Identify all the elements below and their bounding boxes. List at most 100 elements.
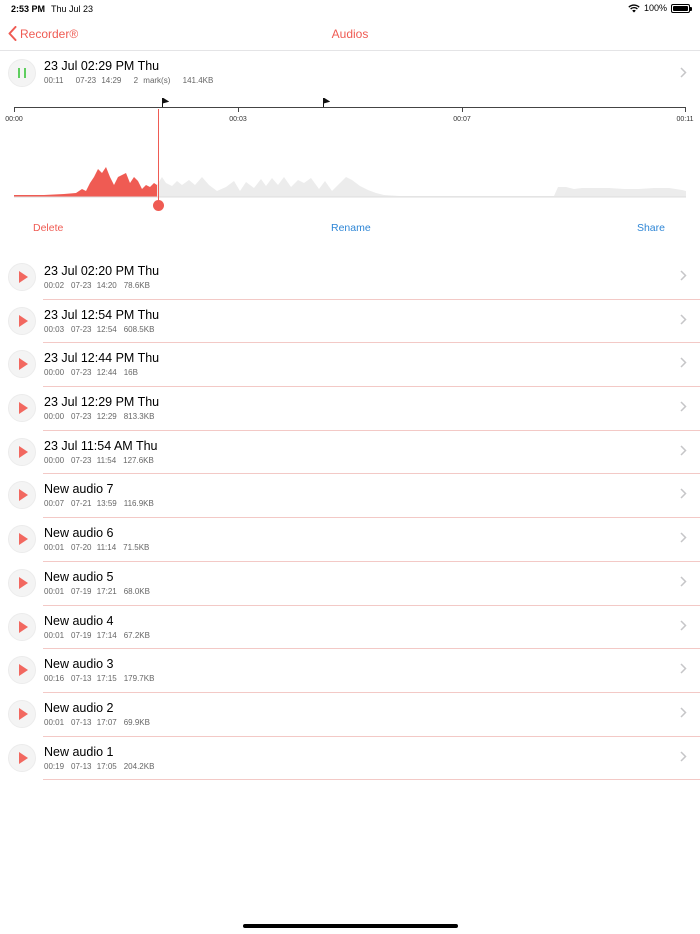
chevron-right-icon[interactable] [680,707,687,718]
current-recording-header[interactable]: 23 Jul 02:29 PM Thu 00:11 07-23 14:29 2 … [0,51,700,95]
flag-icon[interactable] [323,98,331,107]
play-button[interactable] [8,263,36,291]
waveform-unplayed [157,177,686,197]
play-button[interactable] [8,525,36,554]
battery-icon [671,3,692,13]
play-icon [19,445,28,458]
play-button[interactable] [8,350,36,379]
recording-row[interactable]: 23 Jul 11:54 AM Thu 00:00 07-23 11:54 127.6… [0,431,700,475]
recording-duration: 00:19 [44,761,65,771]
recording-meta: 00:02 07-23 14:20 78.6KB [44,281,157,290]
play-button[interactable] [8,481,36,510]
play-button[interactable] [8,656,36,685]
recording-meta: 00:00 07-23 12:44 16B [44,368,145,377]
rename-button[interactable]: Rename [331,222,371,234]
recording-duration: 00:01 [44,630,65,640]
recording-datetime: 07-20 11:14 [71,543,117,553]
recording-size: 67.2KB [123,630,150,640]
recording-size: 127.6KB [123,455,154,465]
chevron-right-icon[interactable] [680,401,687,412]
recording-row[interactable]: 23 Jul 02:20 PM Thu 00:02 07-23 14:20 78.6K… [0,256,700,300]
current-recording-panel: 23 Jul 02:29 PM Thu 00:11 07-23 14:29 2 … [0,51,700,248]
recording-actions: Delete Rename Share [0,222,700,238]
play-button[interactable] [8,437,36,466]
recording-duration: 00:03 [44,324,65,334]
recording-meta: 00:00 07-23 11:54 127.6KB [44,456,161,465]
delete-button[interactable]: Delete [33,222,63,234]
recording-datetime: 07-13 17:15 [71,674,117,684]
play-icon [19,271,28,283]
recording-meta: 00:19 07-13 17:05 204.2KB [44,762,161,771]
recording-duration: 00:01 [44,543,65,553]
chevron-right-icon[interactable] [680,663,687,674]
play-icon [19,664,28,677]
recording-row[interactable]: New audio 6 00:01 07-20 11:14 71.5KB [0,518,700,562]
recording-datetime: 07-19 17:21 [71,586,117,596]
recording-row[interactable]: 23 Jul 12:44 PM Thu 00:00 07-23 12:44 16B [0,343,700,388]
recording-row[interactable]: New audio 1 00:19 07-13 17:05 204.2KB [0,737,700,781]
chevron-right-icon[interactable] [680,314,687,325]
recording-size: 813.3KB [123,412,155,422]
chevron-right-icon[interactable] [680,576,687,587]
recording-datetime: 07-23 14:20 [71,281,117,290]
waveform[interactable] [14,147,686,199]
play-button[interactable] [8,306,36,335]
play-button[interactable] [8,394,36,423]
recording-title: New audio 1 [44,744,114,759]
recordings-list: 23 Jul 02:20 PM Thu 00:02 07-23 14:20 78.6K… [0,256,700,781]
status-right: 100% [628,3,692,13]
recording-title: 23 Jul 12:54 PM Thu [44,307,160,322]
battery-percent: 100% [643,3,667,13]
recording-size: 116.9KB [123,499,154,509]
recording-duration: 00:07 [44,499,65,509]
recording-row[interactable]: 23 Jul 12:29 PM Thu 00:00 07-23 12:29 813.3… [0,387,700,431]
recording-title: 23 Jul 12:44 PM Thu [44,351,160,366]
recording-row[interactable]: New audio 2 00:01 07-13 17:07 69.9KB [0,693,700,737]
pause-icon [18,68,26,78]
current-recording-meta: 00:11 07-23 14:29 2 mark(s) 141.4KB [44,76,220,85]
status-bar: 2:53 PM Thu Jul 23 100% [0,0,700,18]
recording-title: New audio 2 [44,700,114,715]
recording-row[interactable]: 23 Jul 12:54 PM Thu 00:03 07-23 12:54 608.5… [0,300,700,344]
recording-meta: 00:01 07-19 17:14 67.2KB [44,631,157,640]
recording-title: New audio 3 [44,657,114,672]
recording-row[interactable]: New audio 3 00:16 07-13 17:15 179.7KB [0,649,700,693]
page-title: Audios [331,27,369,41]
recording-datetime: 07-13 17:07 [71,717,117,727]
recording-size: 204.2KB [123,761,155,771]
chevron-right-icon[interactable] [680,751,687,762]
recording-title: 23 Jul 11:54 AM Thu [44,438,158,453]
timeline-label: 00:11 [676,116,694,123]
recording-title: 23 Jul 12:29 PM Thu [44,395,160,410]
chevron-right-icon[interactable] [680,445,687,456]
play-button[interactable] [8,743,36,772]
chevron-right-icon[interactable] [680,67,687,78]
share-button[interactable]: Share [637,222,665,234]
recording-meta: 00:01 07-19 17:21 68.0KB [44,587,157,596]
recording-row[interactable]: New audio 7 00:07 07-21 13:59 116.9KB [0,474,700,519]
playhead-line [157,109,159,201]
recording-meta: 00:07 07-21 13:59 116.9KB [44,499,161,508]
play-button[interactable] [8,612,36,641]
play-button[interactable] [8,568,36,597]
pause-button[interactable] [8,59,36,87]
recording-size: 68.0KB [123,586,150,596]
timeline-label: 00:00 [5,116,23,123]
recording-size: 69.9KB [123,717,150,727]
recording-row[interactable]: New audio 5 00:01 07-19 17:21 68.0KB [0,562,700,606]
current-recording-title: 23 Jul 02:29 PM Thu [44,59,160,73]
nav-bar: Recorder® Audios [0,18,700,51]
chevron-right-icon[interactable] [680,532,687,543]
recording-duration: 00:02 [44,281,65,290]
recording-row[interactable]: New audio 4 00:01 07-19 17:14 67.2KB [0,606,700,650]
timeline-label: 00:03 [229,116,247,123]
chevron-right-icon[interactable] [680,357,687,368]
chevron-right-icon[interactable] [680,619,687,631]
timeline-ruler[interactable]: 00:00 00:03 00:07 00:11 [5,107,694,127]
playhead-handle[interactable] [152,200,164,211]
chevron-right-icon[interactable] [680,270,687,281]
flag-icon[interactable] [161,98,169,107]
recording-meta: 00:00 07-23 12:29 813.3KB [44,412,161,421]
play-button[interactable] [8,699,36,728]
chevron-right-icon[interactable] [680,488,687,499]
